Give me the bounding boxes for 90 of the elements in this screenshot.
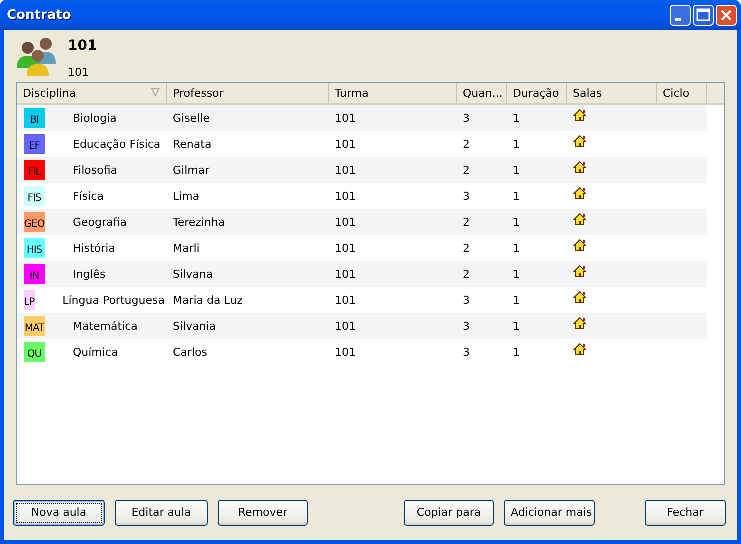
table-cell: Silvana	[173, 268, 214, 280]
column-header[interactable]: Duração	[507, 83, 567, 103]
table-cell: 2	[463, 216, 470, 228]
table-cell: 101	[335, 112, 356, 124]
table-cell: 1	[513, 216, 520, 228]
subject-badge: BI	[24, 108, 45, 128]
subject-badge: LP	[24, 290, 35, 310]
table-cell: Biologia	[73, 112, 117, 124]
table-cell: 2	[463, 242, 470, 254]
table-cell: Inglês	[73, 268, 106, 280]
subject-badge: FIS	[24, 186, 45, 206]
table-cell: Gilmar	[173, 164, 210, 176]
house-icon	[573, 187, 587, 200]
table-cell: Filosofia	[73, 164, 118, 176]
subject-badge: IN	[24, 264, 45, 284]
subject-badge: FIL	[24, 160, 45, 180]
dialog-button[interactable]: Adicionar mais	[504, 500, 595, 526]
table-cell: 101	[335, 242, 356, 254]
table-cell: 1	[513, 164, 520, 176]
table-cell: 101	[335, 294, 356, 306]
dialog-button[interactable]: Copiar para	[404, 500, 494, 526]
default-button[interactable]: Nova aula	[13, 500, 105, 526]
table-cell: 2	[463, 164, 470, 176]
subject-badge: HIS	[24, 238, 45, 258]
table-cell: 101	[335, 164, 356, 176]
table-cell: 1	[513, 346, 520, 358]
table-cell: Silvania	[173, 320, 216, 332]
table-cell: Geografia	[73, 216, 127, 228]
table-cell: 3	[463, 294, 470, 306]
table-cell: Educação Física	[73, 138, 161, 150]
table-cell: Língua Portuguesa	[62, 294, 165, 306]
dialog-button[interactable]: Fechar	[645, 500, 726, 526]
table-cell: Maria da Luz	[173, 294, 243, 306]
table-cell: 101	[335, 346, 356, 358]
table-cell: 2	[463, 138, 470, 150]
house-icon	[573, 161, 587, 174]
column-header[interactable]: Ciclo	[657, 83, 707, 103]
table-cell: Lima	[173, 190, 200, 202]
table-cell: Terezinha	[173, 216, 226, 228]
table-cell: 101	[335, 190, 356, 202]
house-icon	[573, 343, 587, 356]
column-header[interactable]: Disciplina	[17, 83, 167, 103]
table-cell: Matemática	[73, 320, 138, 332]
table-cell: 101	[335, 216, 356, 228]
class-subtitle: 101	[68, 66, 90, 79]
subject-badge: QU	[24, 342, 45, 362]
subject-badge: MAT	[24, 316, 45, 336]
close-icon[interactable]	[716, 4, 737, 26]
table-cell: 3	[463, 346, 470, 358]
subject-badge: GEO	[24, 212, 45, 232]
table-cell: 1	[513, 294, 520, 306]
class-title: 101	[68, 38, 98, 56]
minimize-icon[interactable]	[670, 4, 691, 26]
table-cell: 1	[513, 242, 520, 254]
column-header[interactable]: Professor	[167, 83, 329, 103]
table-cell: 101	[335, 138, 356, 150]
table-cell: Renata	[173, 138, 212, 150]
table-cell: Física	[73, 190, 104, 202]
dialog-button[interactable]: Editar aula	[115, 500, 208, 526]
subject-badge: EF	[24, 134, 45, 154]
table-cell: Carlos	[173, 346, 208, 358]
table-cell: 1	[513, 138, 520, 150]
table-cell: Química	[73, 346, 118, 358]
maximize-icon[interactable]	[693, 4, 714, 26]
dialog-button[interactable]: Remover	[218, 500, 308, 526]
table-cell: Marli	[173, 242, 200, 254]
table-cell: 1	[513, 190, 520, 202]
house-icon	[573, 239, 587, 252]
house-icon	[573, 317, 587, 330]
house-icon	[573, 291, 587, 304]
house-icon	[573, 135, 587, 148]
column-header[interactable]: Turma	[329, 83, 457, 103]
table-cell: 3	[463, 190, 470, 202]
sort-icon	[151, 88, 160, 97]
house-icon	[573, 109, 587, 122]
table-cell: 3	[463, 112, 470, 124]
table-cell: 101	[335, 320, 356, 332]
table-cell: 2	[463, 268, 470, 280]
table-cell: 3	[463, 320, 470, 332]
column-header[interactable]: Quan...	[457, 83, 507, 103]
table-cell: 101	[335, 268, 356, 280]
house-icon	[573, 213, 587, 226]
column-header[interactable]: Salas	[567, 83, 657, 103]
table-cell: 1	[513, 320, 520, 332]
table-cell: História	[73, 242, 116, 254]
house-icon	[573, 265, 587, 278]
table-cell: 1	[513, 112, 520, 124]
window-title: Contrato	[7, 8, 72, 22]
table-cell: 1	[513, 268, 520, 280]
table-cell: Giselle	[173, 112, 210, 124]
